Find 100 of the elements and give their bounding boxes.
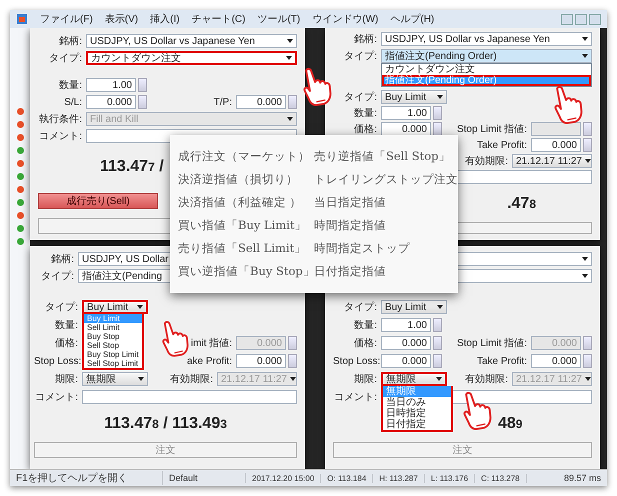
text-field[interactable] (82, 390, 297, 404)
menu-item[interactable]: ヘルプ(H) (390, 12, 434, 26)
close-icon[interactable] (589, 14, 601, 24)
dropdown[interactable]: Buy Limit (82, 300, 148, 314)
menu-item[interactable]: ファイル(F) (40, 12, 93, 26)
caret-icon (437, 305, 443, 309)
pointing-hand-drawing (461, 390, 493, 431)
status-text: 89.57 ms (562, 473, 602, 483)
spinner-icon[interactable] (433, 336, 442, 350)
number-field[interactable]: 1.00 (381, 318, 431, 332)
status-text: L: 113.176 (424, 474, 476, 482)
field-label: Stop Loss: (34, 356, 78, 366)
caret-icon (582, 274, 588, 278)
number-field[interactable]: 0.000 (531, 138, 581, 152)
caret-icon (585, 377, 591, 381)
field-label: タイプ: (343, 90, 377, 104)
number-field[interactable]: 0.000 (381, 336, 431, 350)
status-text: H: 113.287 (373, 474, 425, 482)
menu-item[interactable]: ツール(T) (257, 12, 300, 26)
menu-item[interactable]: 挿入(I) (150, 12, 180, 26)
spinner-icon[interactable] (583, 138, 592, 152)
field-label: 価格: (353, 122, 377, 136)
field-label: タイプ: (343, 300, 377, 314)
dropdown-option[interactable]: Sell Limit (84, 323, 142, 332)
maximize-icon[interactable] (575, 14, 587, 24)
sell-button[interactable]: 成行売り(Sell) (38, 193, 158, 209)
order-type-text: 売り逆指値「Sell Stop」 (314, 149, 452, 164)
field-label: 銘柄: (353, 32, 377, 46)
number-field[interactable]: 0.000 (236, 95, 286, 109)
number-field[interactable]: 0.000 (381, 122, 431, 136)
order-type-text: 決済逆指値（損切り） (178, 172, 299, 187)
field-label: 期限: (353, 372, 377, 386)
field-label: 執行条件: (38, 112, 82, 126)
caret-icon (290, 377, 296, 381)
menu-item[interactable]: チャート(C) (192, 12, 246, 26)
spinner-icon[interactable] (583, 336, 592, 350)
field-label: 価格: (353, 336, 377, 350)
field-label: 期限: (54, 372, 78, 386)
dropdown-option[interactable]: Buy Stop Limit (84, 350, 142, 359)
dropdown-option[interactable]: Sell Stop Limit (84, 359, 142, 368)
spinner-icon[interactable] (433, 106, 442, 120)
spinner-icon[interactable] (138, 78, 147, 92)
field-label: タイプ: (48, 52, 82, 65)
field-label: 価格: (54, 336, 78, 350)
dropdown-option[interactable]: 日時指定 (383, 408, 451, 419)
price-quote: 113.477 / (100, 158, 164, 176)
dropdown-option[interactable]: カウントダウン注文 (382, 64, 591, 75)
field-label: 銘柄: (58, 34, 82, 48)
spinner-icon[interactable] (583, 354, 592, 368)
spinner-icon[interactable] (288, 354, 297, 368)
number-field[interactable]: 0.000 (236, 354, 286, 368)
status-text: 2017.12.20 15:00 (246, 474, 322, 482)
spinner-icon[interactable] (433, 122, 442, 136)
number-field[interactable]: 0.000 (86, 95, 136, 109)
number-field[interactable]: 1.00 (381, 106, 431, 120)
dropdown[interactable]: USDJPY, US Dollar vs Japanese Yen (381, 32, 592, 46)
status-text: F1を押してヘルプを開く (10, 471, 163, 485)
spinner-icon[interactable] (288, 336, 297, 350)
dropdown[interactable]: Buy Limit (381, 300, 447, 314)
field-label: 数量: (353, 107, 377, 120)
order-type-text: 決済指値（利益確定 ） (178, 195, 303, 210)
order-type-text: 日付指定指値 (314, 264, 387, 279)
dropdown[interactable]: 無期限 (82, 372, 148, 386)
field-label: タイプ: (40, 270, 74, 283)
field-label: コメント: (333, 391, 377, 404)
field-label: 有効期限: (465, 154, 508, 168)
minimize-icon[interactable] (561, 14, 573, 24)
spinner-icon[interactable] (433, 318, 442, 332)
field-label: Stop Loss: (333, 356, 377, 366)
dropdown[interactable]: USDJPY, US Dollar vs Japanese Yen (86, 34, 297, 48)
order-type-text: 当日指定指値 (314, 195, 387, 210)
spinner-icon[interactable] (138, 95, 147, 109)
caret-icon (437, 95, 443, 99)
spinner-icon[interactable] (433, 354, 442, 368)
number-field[interactable]: 0.000 (531, 354, 581, 368)
dropdown-option[interactable]: Buy Stop (84, 332, 142, 341)
dropdown-option[interactable]: Sell Stop (84, 341, 142, 350)
order-type-text: 買い指値「Buy Limit」 (178, 218, 308, 233)
field-label: imit 指値: (190, 336, 232, 350)
dropdown[interactable]: 指値注文(Pending Order) (381, 49, 592, 63)
spinner-icon[interactable] (583, 122, 592, 136)
dropdown-option[interactable]: 日付指定 (383, 419, 451, 430)
number-field[interactable]: 0.000 (381, 354, 431, 368)
number-field[interactable]: 1.00 (86, 78, 136, 92)
dropdown[interactable]: Buy Limit (381, 90, 447, 104)
field-label: コメント: (34, 391, 78, 404)
menu-item[interactable]: 表示(V) (104, 12, 138, 26)
caret-icon (582, 37, 588, 41)
field-label: コメント: (38, 130, 82, 143)
pointing-hand-drawing (301, 66, 333, 107)
dropdown[interactable]: 21.12.17 11:27 (512, 154, 592, 168)
dropdown[interactable]: 無期限 (381, 372, 447, 386)
menu-item[interactable]: ウインドウ(W) (312, 12, 378, 26)
caret-icon (137, 305, 143, 309)
field-label: 有効期限: (465, 372, 508, 386)
field-label: タイプ: (44, 300, 78, 314)
caret-icon (436, 377, 442, 381)
field-label: タイプ: (343, 50, 377, 63)
spinner-icon[interactable] (288, 95, 297, 109)
dropdown-option[interactable]: 当日のみ (383, 397, 451, 408)
